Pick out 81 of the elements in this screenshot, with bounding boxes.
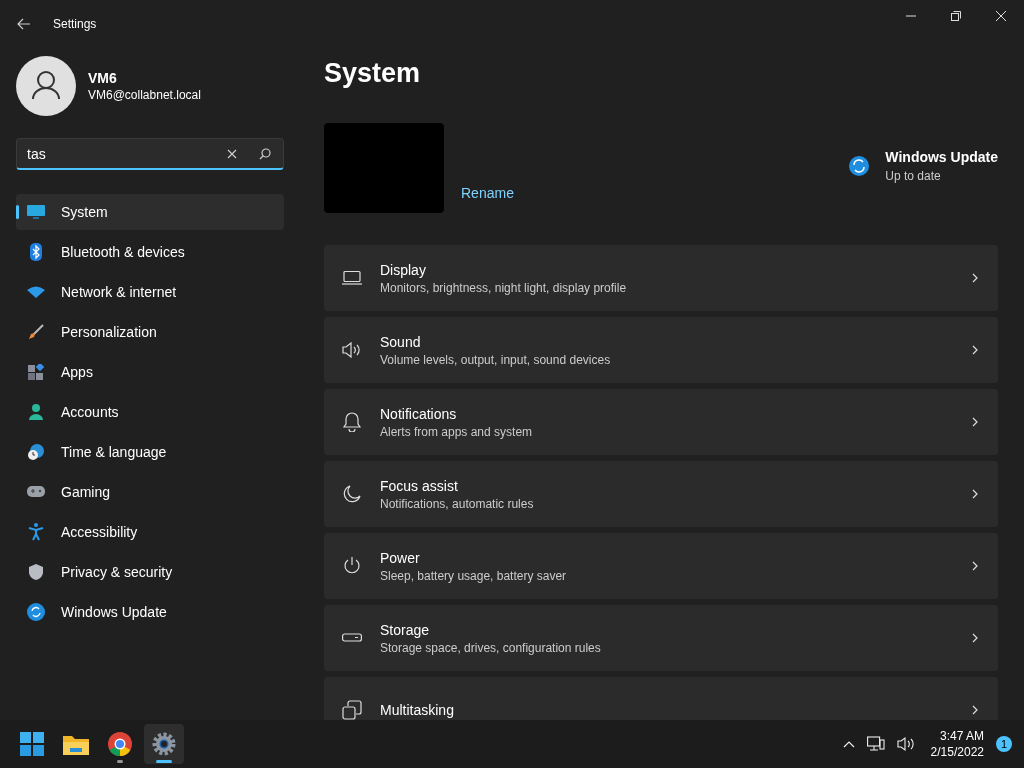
search-field[interactable]: tas [16, 138, 284, 170]
sidebar-item[interactable]: Bluetooth & devices [16, 234, 284, 270]
sidebar-item[interactable]: Accounts [16, 394, 284, 430]
close-icon[interactable] [996, 11, 1006, 21]
sidebar-item[interactable]: Apps [16, 354, 284, 390]
sidebar-item[interactable]: Network & internet [16, 274, 284, 310]
search-icon[interactable] [259, 147, 271, 160]
settings-card[interactable]: Sound Volume levels, output, input, sound devices [324, 317, 998, 383]
notification-badge[interactable]: 1 [996, 736, 1012, 752]
bell-icon [342, 412, 362, 432]
folder-icon [63, 733, 89, 755]
chevron-right-icon [972, 345, 978, 355]
chevron-right-icon [972, 273, 978, 283]
settings-card[interactable]: Storage Storage space, drives, configuration rules [324, 605, 998, 671]
clear-icon[interactable] [227, 148, 237, 159]
sidebar-item[interactable]: Personalization [16, 314, 284, 350]
card-subtitle: Alerts from apps and system [380, 424, 534, 439]
brush-icon [27, 324, 45, 340]
window-title: Settings [53, 17, 97, 31]
back-arrow-icon[interactable] [17, 18, 31, 30]
update-status: Up to date [885, 169, 942, 183]
card-title: Sound [380, 333, 422, 350]
settings-card[interactable]: Focus assist Notifications, automatic rules [324, 461, 998, 527]
globe-clock-icon [27, 443, 45, 461]
update-icon [849, 156, 870, 176]
page-title: System [324, 58, 422, 90]
user-email: VM6@collabnet.local [88, 88, 201, 102]
accessibility-icon [27, 523, 45, 541]
avatar-icon [16, 56, 76, 116]
monitor-icon [27, 204, 45, 220]
sidebar-item[interactable]: System [16, 194, 284, 230]
settings-card[interactable]: Display Monitors, brightness, night light, display profile [324, 245, 998, 311]
chevron-right-icon [972, 417, 978, 427]
speaker-icon [342, 342, 362, 358]
moon-icon [342, 485, 362, 503]
taskbar-app[interactable] [144, 724, 184, 764]
windows-stack-icon [342, 700, 362, 720]
sidebar-item[interactable]: Privacy & security [16, 554, 284, 590]
card-title: Power [380, 549, 421, 566]
update-icon [27, 603, 45, 621]
card-title: Display [380, 261, 427, 278]
clock[interactable]: 3:47 AM 2/15/2022 [930, 728, 984, 760]
chevron-up-icon[interactable] [842, 740, 855, 748]
drive-icon [342, 633, 362, 643]
sidebar-item[interactable]: Time & language [16, 434, 284, 470]
laptop-icon [342, 270, 362, 286]
card-subtitle: Notifications, automatic rules [380, 496, 535, 511]
chevron-right-icon [972, 633, 978, 643]
card-title: Multitasking [380, 702, 455, 718]
card-subtitle: Storage space, drives, configuration rules [380, 640, 602, 655]
power-icon [342, 556, 362, 576]
restore-icon[interactable] [951, 11, 961, 21]
browser-icon [108, 732, 132, 756]
network-icon[interactable] [866, 736, 885, 752]
apps-icon [27, 364, 45, 380]
gear-icon [152, 732, 176, 756]
card-title: Storage [380, 621, 431, 638]
user-name: VM6 [88, 70, 118, 86]
card-subtitle: Monitors, brightness, night light, display profile [380, 280, 628, 295]
volume-icon[interactable] [896, 736, 915, 752]
card-subtitle: Sleep, battery usage, battery saver [380, 568, 568, 583]
rename-link[interactable]: Rename [461, 185, 514, 201]
settings-card[interactable]: Power Sleep, battery usage, battery saver [324, 533, 998, 599]
controller-icon [27, 486, 45, 498]
sidebar-item[interactable]: Accessibility [16, 514, 284, 550]
bluetooth-icon [27, 243, 45, 261]
wifi-icon [27, 286, 45, 298]
card-title: Notifications [380, 405, 458, 422]
windows-logo-icon [20, 732, 44, 756]
chevron-right-icon [972, 705, 978, 715]
sidebar-item[interactable]: Gaming [16, 474, 284, 510]
update-title[interactable]: Windows Update [885, 149, 998, 165]
chevron-right-icon [972, 561, 978, 571]
settings-card[interactable]: Multitasking [324, 677, 998, 720]
chevron-right-icon [972, 489, 978, 499]
shield-icon [27, 564, 45, 580]
person-icon [27, 404, 45, 420]
card-subtitle: Volume levels, output, input, sound devices [380, 352, 612, 367]
sidebar-item[interactable]: Windows Update [16, 594, 284, 630]
settings-card[interactable]: Notifications Alerts from apps and system [324, 389, 998, 455]
card-title: Focus assist [380, 477, 459, 494]
